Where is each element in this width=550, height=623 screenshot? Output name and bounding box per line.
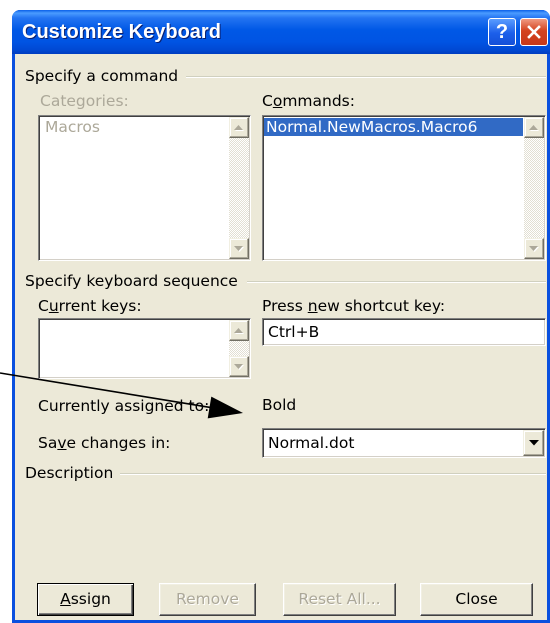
categories-scrollbar [229,117,249,259]
scroll-up-icon [234,327,244,334]
group-label-keyboard-sequence: Specify keyboard sequence [25,272,238,290]
list-item-selected[interactable]: Normal.NewMacros.Macro6 [264,118,523,136]
scroll-up-button [229,117,249,138]
commands-scrollbar[interactable] [524,117,544,259]
remove-button[interactable]: Remove [159,583,256,616]
label-text: ew shortcut key: [317,297,446,315]
scroll-down-icon [234,245,244,252]
current-keys-listbox[interactable] [38,318,251,379]
categories-list: Macros [40,118,228,136]
scroll-up-icon [529,124,539,131]
scroll-down-button [229,238,249,259]
label-text: e changes in: [66,434,171,452]
help-icon: ? [495,20,509,43]
help-button[interactable]: ? [488,18,516,46]
scroll-up-button[interactable] [524,117,544,138]
scroll-down-icon [529,245,539,252]
categories-listbox: Macros [38,115,251,261]
commands-label: Commands: [262,91,355,111]
new-shortcut-input[interactable]: Ctrl+B [262,318,546,346]
save-changes-label: Save changes in: [38,433,170,453]
group-divider [120,473,546,475]
commands-list: Normal.NewMacros.Macro6 [264,118,523,136]
commands-listbox[interactable]: Normal.NewMacros.Macro6 [262,115,546,261]
window-title: Customize Keyboard [22,21,221,43]
scroll-up-icon [234,124,244,131]
current-keys-scrollbar[interactable] [229,320,249,377]
mnemonic-key: n [307,297,318,315]
dialog-body: Specify a command Categories: Commands: … [15,54,547,620]
new-shortcut-label: Press new shortcut key: [262,296,445,316]
mnemonic-key: v [57,434,67,452]
dropdown-button[interactable] [523,430,544,456]
label-text: mmands: [282,92,355,110]
group-label-specify-command: Specify a command [25,67,179,85]
button-label: ssign [70,590,111,608]
categories-label: Categories: [40,92,129,110]
currently-assigned-value: Bold [262,396,297,414]
assign-button[interactable]: Assign [37,583,134,616]
close-button[interactable]: Close [420,583,533,616]
close-window-button[interactable] [520,18,548,46]
list-item: Macros [45,118,100,136]
label-text: Sa [38,434,58,452]
close-icon [527,25,541,39]
group-divider [186,76,546,78]
label-text: C [262,92,273,110]
save-changes-combobox[interactable]: Normal.dot [262,428,546,458]
mnemonic-key: u [48,297,59,315]
scroll-up-button[interactable] [229,320,249,341]
group-divider [247,281,546,283]
scroll-down-button[interactable] [229,356,249,377]
label-text: rrent keys: [58,297,142,315]
label-text: C [38,297,49,315]
currently-assigned-label: Currently assigned to: [38,397,210,415]
current-keys-label: Current keys: [38,296,142,316]
save-changes-value: Normal.dot [268,434,355,452]
title-bar[interactable]: Customize Keyboard ? [12,10,550,54]
label-text: Press [262,297,308,315]
mnemonic-key: o [272,92,283,110]
reset-all-button[interactable]: Reset All... [283,583,396,616]
customize-keyboard-dialog: Customize Keyboard ? Specify a command C… [12,10,550,623]
chevron-down-icon [528,440,539,446]
scroll-down-button[interactable] [524,238,544,259]
mnemonic-key: A [60,590,71,608]
group-label-description: Description [25,464,114,482]
scroll-down-icon [234,363,244,370]
